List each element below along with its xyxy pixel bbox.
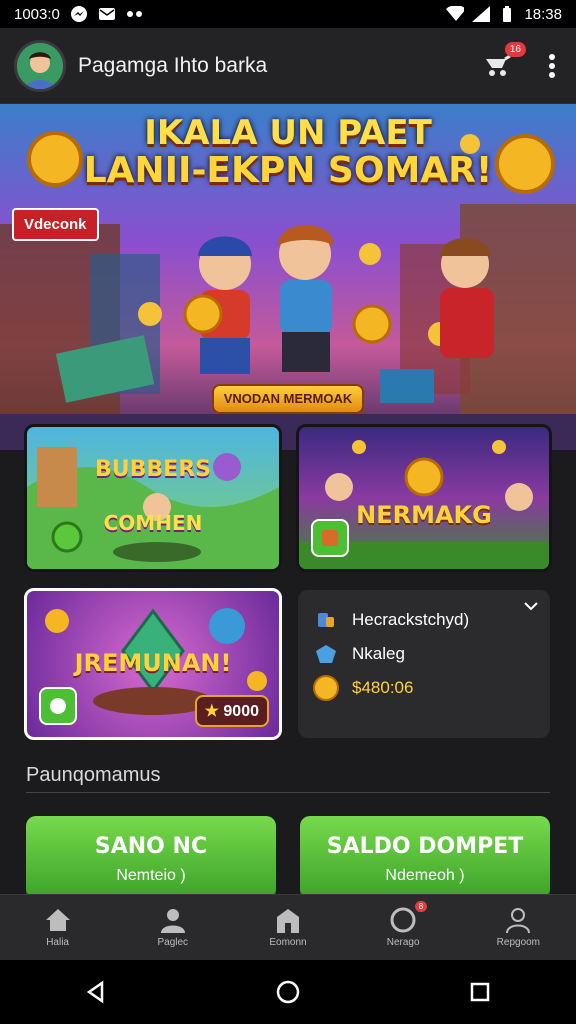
store-icon <box>276 909 299 933</box>
signal-icon <box>472 6 491 22</box>
nav-label-messages: Nerago <box>386 937 420 948</box>
game-card-3-app-icon <box>39 687 77 725</box>
nav-label-home: Halia <box>46 937 69 948</box>
info-row-2-label: Nkaleg <box>352 644 405 663</box>
saldo-dompet-sub: Ndemeoh ) <box>385 867 465 884</box>
wifi-icon <box>446 6 465 22</box>
banner-title-line2: LANII-EKPN SOMAR! <box>83 149 493 191</box>
game-card-boonbers[interactable]: BUBBERS COMHEN <box>24 424 282 572</box>
home-circle-icon[interactable] <box>275 979 301 1005</box>
info-row-1: Hecrackstchyd) <box>312 608 536 632</box>
banner-title-line1: IKALA UN PAET <box>144 113 432 153</box>
notification-badge: 16 <box>504 41 526 57</box>
app-header: Pagamga Ihto barka 16 <box>0 28 576 104</box>
avatar[interactable] <box>14 39 66 92</box>
banner-tag[interactable]: Vdeconk <box>12 208 99 241</box>
battery-icon <box>498 6 516 22</box>
nav-item-profile[interactable]: Repgoom <box>478 907 558 948</box>
info-row-2: Nkaleg <box>312 642 536 666</box>
saldo-dompet-button[interactable]: SALDO DOMPET Ndemeoh ) <box>300 816 550 900</box>
chat-icon <box>390 907 416 933</box>
nav-badge: 8 <box>414 901 428 912</box>
banner-headline: IKALA UN PAET LANII-EKPN SOMAR! <box>0 113 576 191</box>
nav-label-profile: Repgoom <box>496 937 541 948</box>
gamepad-icon <box>312 642 340 666</box>
game-card-1-title: BUBBERS <box>95 457 211 482</box>
status-bar: 1003:0 18:38 <box>0 0 576 28</box>
bottom-nav: Halia Paglec Eomonn 8 Nerago Repgoom <box>0 894 576 960</box>
saldo-dompet-title: SALDO DOMPET <box>326 834 524 859</box>
nav-item-home[interactable]: Halia <box>18 907 98 948</box>
status-left-text: 1003:0 <box>14 5 60 23</box>
notification-button[interactable]: 16 <box>480 41 526 84</box>
game-card-1-subtitle: COMHEN <box>103 511 203 535</box>
nav-item-people[interactable]: Paglec <box>133 907 213 948</box>
game-card-jremunan[interactable]: JREMUNAN! ★ 9000 <box>24 588 282 740</box>
banner-cta-button[interactable]: VNODAN MERMOAK <box>212 384 364 414</box>
info-row-3: $480:06 <box>312 675 536 701</box>
coin-stack-icon <box>312 675 340 701</box>
nav-label-people: Paglec <box>157 937 189 948</box>
game-card-2-title: NERMAKG <box>356 501 492 529</box>
system-nav-bar <box>0 960 576 1024</box>
saldo-nc-title: SANO NC <box>94 834 208 859</box>
promo-banner[interactable]: IKALA UN PAET LANII-EKPN SOMAR! Vdeconk … <box>0 104 576 450</box>
mail-icon <box>98 6 116 22</box>
recents-icon[interactable] <box>468 980 492 1004</box>
saldo-nc-sub: Nemteio ) <box>116 867 186 884</box>
home-icon <box>45 909 70 931</box>
game-card-3-price: ★ 9000 <box>194 695 269 727</box>
chevron-down-icon[interactable] <box>524 598 538 616</box>
section-title: Paunqomamus <box>26 764 161 786</box>
info-row-3-label: $480:06 <box>352 678 414 697</box>
tools-icon <box>312 608 340 632</box>
nav-item-messages[interactable]: 8 Nerago <box>363 901 443 948</box>
header-title: Pagamga Ihto barka <box>78 53 268 77</box>
more-dots-icon <box>126 6 144 22</box>
nav-item-store[interactable]: Eomonn <box>248 907 328 948</box>
game-card-1-art <box>27 447 279 569</box>
info-row-1-label: Hecrackstchyd) <box>352 610 470 629</box>
people-icon <box>160 909 185 933</box>
divider <box>26 792 550 793</box>
nav-label-store: Eomonn <box>269 937 307 948</box>
saldo-nc-button[interactable]: SANO NC Nemteio ) <box>26 816 276 900</box>
bell-icon <box>486 54 511 76</box>
back-icon[interactable] <box>84 980 108 1004</box>
info-panel[interactable]: Hecrackstchyd) Nkaleg $480:06 <box>298 590 550 738</box>
game-card-3-price-value: 9000 <box>223 703 259 720</box>
star-icon: ★ <box>204 703 219 720</box>
game-card-3-title: JREMUNAN! <box>74 649 232 677</box>
status-time: 18:38 <box>524 5 562 23</box>
game-card-nermakc[interactable]: NERMAKG <box>296 424 552 572</box>
more-menu-icon[interactable] <box>542 51 562 81</box>
messenger-icon <box>70 6 88 22</box>
user-icon <box>506 908 531 933</box>
